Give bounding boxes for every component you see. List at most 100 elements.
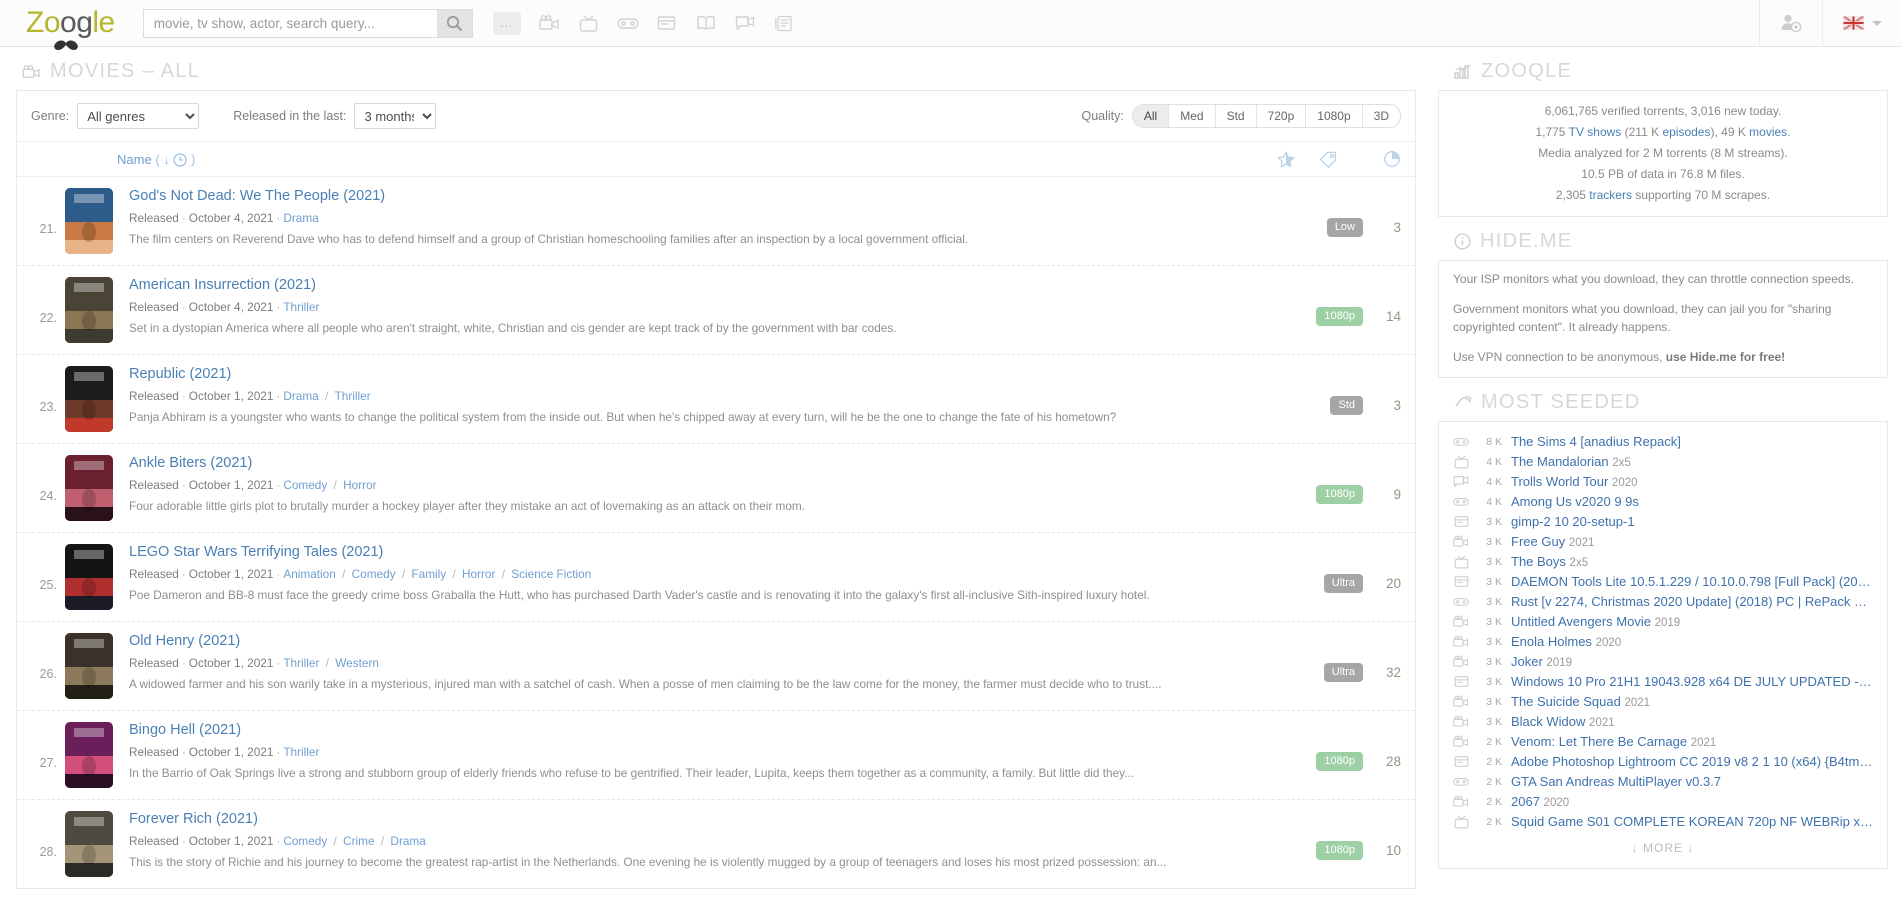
- seed-list-item[interactable]: 3 K The Suicide Squad 2021: [1453, 692, 1873, 712]
- genre-link[interactable]: Animation: [283, 567, 335, 581]
- seed-title[interactable]: Black Widow 2021: [1511, 714, 1615, 729]
- account-button[interactable]: [1759, 0, 1822, 47]
- seed-title[interactable]: Among Us v2020 9 9s: [1511, 494, 1639, 509]
- gamepad-icon[interactable]: [617, 12, 639, 34]
- seed-title[interactable]: Windows 10 Pro 21H1 19043.928 x64 DE JUL…: [1511, 674, 1873, 689]
- seed-title[interactable]: Enola Holmes 2020: [1511, 634, 1621, 649]
- genre-link[interactable]: Thriller: [335, 389, 371, 403]
- seed-list-item[interactable]: 4 K The Mandalorian 2x5: [1453, 452, 1873, 472]
- software-window-icon[interactable]: [656, 12, 678, 34]
- seed-title[interactable]: The Mandalorian 2x5: [1511, 454, 1631, 469]
- movie-poster[interactable]: [65, 633, 113, 699]
- seed-list-item[interactable]: 3 K Free Guy 2021: [1453, 532, 1873, 552]
- seed-list-item[interactable]: 3 K Untitled Avengers Movie 2019: [1453, 612, 1873, 632]
- genre-link[interactable]: Thriller: [283, 745, 319, 759]
- period-select[interactable]: 3 months: [354, 103, 437, 129]
- search-button[interactable]: [436, 8, 473, 38]
- seed-list-item[interactable]: 3 K DAEMON Tools Lite 10.5.1.229 / 10.10.…: [1453, 572, 1873, 592]
- seed-title[interactable]: The Boys 2x5: [1511, 554, 1588, 569]
- seed-title[interactable]: gimp-2 10 20-setup-1: [1511, 514, 1635, 529]
- seed-title[interactable]: The Sims 4 [anadius Repack]: [1511, 434, 1681, 449]
- movie-title-link[interactable]: Old Henry (2021): [129, 633, 1269, 649]
- tag-icon[interactable]: [1319, 151, 1337, 168]
- seed-title[interactable]: Adobe Photoshop Lightroom CC 2019 v8 2 1…: [1511, 754, 1873, 769]
- movies-link[interactable]: movies: [1749, 125, 1787, 139]
- genre-select[interactable]: All genres: [77, 103, 200, 129]
- seed-title[interactable]: GTA San Andreas MultiPlayer v0.3.7: [1511, 774, 1721, 789]
- seed-title[interactable]: 2067 2020: [1511, 794, 1569, 809]
- quality-button-med[interactable]: Med: [1169, 105, 1216, 127]
- seed-title[interactable]: Trolls World Tour 2020: [1511, 474, 1638, 489]
- sort-by-name-button[interactable]: Name ( ↓ ): [117, 152, 195, 167]
- genre-link[interactable]: Comedy: [352, 567, 396, 581]
- seed-title[interactable]: Rust [v 2274, Christmas 2020 Update] (20…: [1511, 594, 1873, 609]
- seed-title[interactable]: Free Guy 2021: [1511, 534, 1594, 549]
- seed-title[interactable]: Untitled Avengers Movie 2019: [1511, 614, 1680, 629]
- pie-chart-icon[interactable]: [1383, 150, 1401, 168]
- seed-list-item[interactable]: 2 K Venom: Let There Be Carnage 2021: [1453, 732, 1873, 752]
- movie-poster[interactable]: [65, 811, 113, 877]
- quality-button-1080p[interactable]: 1080p: [1306, 105, 1363, 127]
- movie-poster[interactable]: [65, 544, 113, 610]
- quality-button-std[interactable]: Std: [1215, 105, 1257, 127]
- movie-poster[interactable]: [65, 188, 113, 254]
- seed-title[interactable]: Squid Game S01 COMPLETE KOREAN 720p NF W…: [1511, 814, 1873, 829]
- seed-title[interactable]: The Suicide Squad 2021: [1511, 694, 1650, 709]
- seed-title[interactable]: Venom: Let There Be Carnage 2021: [1511, 734, 1716, 749]
- seed-list-item[interactable]: 3 K gimp-2 10 20-setup-1: [1453, 512, 1873, 532]
- seed-list-item[interactable]: 3 K The Boys 2x5: [1453, 552, 1873, 572]
- seed-list-item[interactable]: 8 K The Sims 4 [anadius Repack]: [1453, 432, 1873, 452]
- movie-title-link[interactable]: American Insurrection (2021): [129, 277, 1269, 293]
- movie-title-link[interactable]: God's Not Dead: We The People (2021): [129, 188, 1269, 204]
- seed-list-item[interactable]: 4 K Trolls World Tour 2020: [1453, 472, 1873, 492]
- seed-list-item[interactable]: 2 K Squid Game S01 COMPLETE KOREAN 720p N…: [1453, 812, 1873, 832]
- seed-title[interactable]: Joker 2019: [1511, 654, 1572, 669]
- genre-link[interactable]: Drama: [283, 211, 318, 225]
- language-selector[interactable]: [1822, 0, 1902, 47]
- movie-title-link[interactable]: Forever Rich (2021): [129, 811, 1269, 827]
- movie-title-link[interactable]: Bingo Hell (2021): [129, 722, 1269, 738]
- movie-poster[interactable]: [65, 366, 113, 432]
- movie-title-link[interactable]: Republic (2021): [129, 366, 1269, 382]
- trackers-link[interactable]: trackers: [1589, 188, 1632, 202]
- seed-list-item[interactable]: 3 K Enola Holmes 2020: [1453, 632, 1873, 652]
- seed-list-item[interactable]: 3 K Joker 2019: [1453, 652, 1873, 672]
- genre-link[interactable]: Crime: [343, 834, 374, 848]
- movie-title-link[interactable]: Ankle Biters (2021): [129, 455, 1269, 471]
- hideme-cta[interactable]: use Hide.me for free!: [1666, 350, 1785, 364]
- tv-icon[interactable]: [578, 12, 600, 34]
- genre-link[interactable]: Science Fiction: [511, 567, 591, 581]
- movie-poster[interactable]: [65, 722, 113, 788]
- genre-link[interactable]: Comedy: [283, 478, 327, 492]
- genre-link[interactable]: Western: [335, 656, 379, 670]
- genre-link[interactable]: Drama: [390, 834, 425, 848]
- seed-list-item[interactable]: 2 K 2067 2020: [1453, 792, 1873, 812]
- genre-link[interactable]: Horror: [343, 478, 376, 492]
- more-options-button[interactable]: ...: [492, 11, 521, 35]
- seed-title[interactable]: DAEMON Tools Lite 10.5.1.229 / 10.10.0.7…: [1511, 574, 1873, 589]
- genre-link[interactable]: Family: [411, 567, 446, 581]
- movie-poster[interactable]: [65, 277, 113, 343]
- seed-list-item[interactable]: 4 K Among Us v2020 9 9s: [1453, 492, 1873, 512]
- quality-button-3d[interactable]: 3D: [1362, 105, 1400, 127]
- movie-camera-icon[interactable]: [539, 12, 561, 34]
- seed-list-item[interactable]: 2 K GTA San Andreas MultiPlayer v0.3.7: [1453, 772, 1873, 792]
- quality-button-720p[interactable]: 720p: [1256, 105, 1307, 127]
- genre-link[interactable]: Thriller: [283, 300, 319, 314]
- episodes-link[interactable]: episodes: [1662, 125, 1710, 139]
- site-logo[interactable]: Zoogle: [26, 8, 115, 50]
- genre-link[interactable]: Drama: [283, 389, 318, 403]
- movie-poster[interactable]: [65, 455, 113, 521]
- star-icon[interactable]: [1277, 150, 1295, 168]
- search-input[interactable]: [142, 8, 437, 38]
- seed-list-item[interactable]: 2 K Adobe Photoshop Lightroom CC 2019 v8 …: [1453, 752, 1873, 772]
- seed-list-item[interactable]: 3 K Rust [v 2274, Christmas 2020 Update] …: [1453, 592, 1873, 612]
- genre-link[interactable]: Thriller: [283, 656, 319, 670]
- book-icon[interactable]: [695, 12, 717, 34]
- seed-list-item[interactable]: 3 K Black Widow 2021: [1453, 712, 1873, 732]
- quality-button-all[interactable]: All: [1132, 105, 1170, 127]
- more-link[interactable]: ↓ MORE ↓: [1453, 832, 1873, 858]
- movie-title-link[interactable]: LEGO Star Wars Terrifying Tales (2021): [129, 544, 1269, 560]
- seed-list-item[interactable]: 3 K Windows 10 Pro 21H1 19043.928 x64 DE …: [1453, 672, 1873, 692]
- news-icon[interactable]: [773, 12, 795, 34]
